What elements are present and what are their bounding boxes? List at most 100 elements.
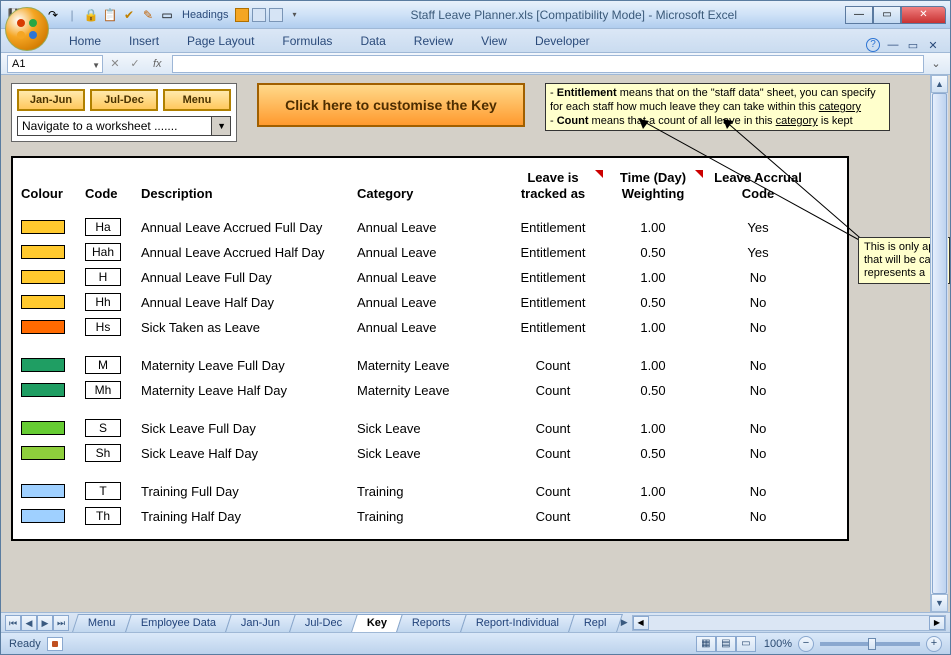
page-break-view-icon[interactable]: ▭ — [736, 636, 756, 652]
category-cell[interactable]: Sick Leave — [357, 446, 503, 461]
desc-cell[interactable]: Training Full Day — [141, 484, 357, 499]
tracked-cell[interactable]: Count — [503, 358, 603, 373]
code-cell[interactable]: S — [85, 419, 121, 437]
formula-accept-icon[interactable]: ✓ — [127, 57, 143, 70]
office-button[interactable] — [5, 7, 49, 51]
sheet-tab-employee-data[interactable]: Employee Data — [125, 614, 232, 632]
sheet-tab-menu[interactable]: Menu — [72, 614, 131, 632]
fx-icon[interactable]: fx — [153, 58, 162, 70]
ribbon-tab-developer[interactable]: Developer — [521, 30, 604, 52]
customise-key-button[interactable]: Click here to customise the Key — [257, 83, 525, 127]
tracked-cell[interactable]: Entitlement — [503, 220, 603, 235]
accrual-cell[interactable]: No — [703, 421, 813, 436]
desc-cell[interactable]: Sick Leave Half Day — [141, 446, 357, 461]
category-cell[interactable]: Sick Leave — [357, 421, 503, 436]
weight-cell[interactable]: 1.00 — [603, 270, 703, 285]
tracked-cell[interactable]: Count — [503, 446, 603, 461]
ribbon-tab-view[interactable]: View — [467, 30, 521, 52]
menu-button[interactable]: Menu — [163, 89, 231, 111]
ribbon-tab-page-layout[interactable]: Page Layout — [173, 30, 268, 52]
code-cell[interactable]: H — [85, 268, 121, 286]
sheet-tab-key[interactable]: Key — [351, 614, 403, 632]
tracked-cell[interactable]: Count — [503, 383, 603, 398]
code-cell[interactable]: Hh — [85, 293, 121, 311]
accrual-cell[interactable]: Yes — [703, 220, 813, 235]
tab-scroll-right-icon[interactable]: ▶ — [621, 617, 628, 628]
tab-first-icon[interactable]: ⏮ — [5, 615, 21, 631]
desc-cell[interactable]: Sick Leave Full Day — [141, 421, 357, 436]
lock-icon[interactable]: 🔒 — [83, 7, 99, 23]
accrual-cell[interactable]: No — [703, 509, 813, 524]
qat-window-icon[interactable]: ▭ — [159, 7, 175, 23]
sheet-tab-reports[interactable]: Reports — [396, 614, 466, 632]
qat-check-icon[interactable]: ✔ — [121, 7, 137, 23]
maximize-button[interactable]: ▭ — [873, 6, 901, 24]
accrual-cell[interactable]: No — [703, 358, 813, 373]
scroll-up-icon[interactable]: ▲ — [931, 75, 948, 93]
tracked-cell[interactable]: Entitlement — [503, 320, 603, 335]
desc-cell[interactable]: Annual Leave Accrued Full Day — [141, 220, 357, 235]
category-cell[interactable]: Maternity Leave — [357, 383, 503, 398]
formula-cancel-icon[interactable]: ✕ — [107, 57, 123, 70]
accrual-cell[interactable]: Yes — [703, 245, 813, 260]
jan-jun-button[interactable]: Jan-Jun — [17, 89, 85, 111]
sheet-tab-report-individual[interactable]: Report-Individual — [460, 614, 575, 632]
close-button[interactable]: ✕ — [901, 6, 946, 24]
tab-prev-icon[interactable]: ◀ — [21, 615, 37, 631]
ribbon-tab-formulas[interactable]: Formulas — [268, 30, 346, 52]
hscroll-left-icon[interactable]: ◀ — [633, 616, 649, 630]
accrual-cell[interactable]: No — [703, 270, 813, 285]
accrual-cell[interactable]: No — [703, 484, 813, 499]
tracked-cell[interactable]: Count — [503, 421, 603, 436]
desc-cell[interactable]: Annual Leave Full Day — [141, 270, 357, 285]
weight-cell[interactable]: 0.50 — [603, 383, 703, 398]
navigate-dropdown[interactable]: Navigate to a worksheet ....... ▼ — [17, 116, 231, 136]
weight-cell[interactable]: 0.50 — [603, 446, 703, 461]
code-cell[interactable]: Hs — [85, 318, 121, 336]
mdi-close-icon[interactable]: ✕ — [926, 38, 940, 52]
minimize-button[interactable]: — — [845, 6, 873, 24]
formula-bar-expand-icon[interactable]: ⌄ — [928, 57, 944, 70]
weight-cell[interactable]: 0.50 — [603, 295, 703, 310]
tab-last-icon[interactable]: ⏭ — [53, 615, 69, 631]
accrual-cell[interactable]: No — [703, 320, 813, 335]
code-cell[interactable]: Th — [85, 507, 121, 525]
tracked-cell[interactable]: Entitlement — [503, 245, 603, 260]
formula-input[interactable] — [172, 55, 924, 73]
qat-more-icon[interactable]: ▾ — [286, 7, 302, 23]
weight-cell[interactable]: 1.00 — [603, 320, 703, 335]
desc-cell[interactable]: Annual Leave Accrued Half Day — [141, 245, 357, 260]
desc-cell[interactable]: Sick Taken as Leave — [141, 320, 357, 335]
weight-cell[interactable]: 0.50 — [603, 509, 703, 524]
desc-cell[interactable]: Maternity Leave Full Day — [141, 358, 357, 373]
zoom-in-button[interactable]: + — [926, 636, 942, 652]
zoom-slider-knob[interactable] — [868, 638, 876, 650]
qat-tool-icon[interactable]: 📋 — [102, 7, 118, 23]
desc-cell[interactable]: Training Half Day — [141, 509, 357, 524]
desc-cell[interactable]: Annual Leave Half Day — [141, 295, 357, 310]
tracked-cell[interactable]: Count — [503, 509, 603, 524]
weight-cell[interactable]: 1.00 — [603, 421, 703, 436]
code-cell[interactable]: Ha — [85, 218, 121, 236]
accrual-cell[interactable]: No — [703, 446, 813, 461]
tracked-cell[interactable]: Entitlement — [503, 295, 603, 310]
code-cell[interactable]: Sh — [85, 444, 121, 462]
code-cell[interactable]: Hah — [85, 243, 121, 261]
horizontal-scrollbar[interactable]: ◀ ▶ — [632, 615, 946, 631]
category-cell[interactable]: Annual Leave — [357, 245, 503, 260]
weight-cell[interactable]: 1.00 — [603, 220, 703, 235]
qat-view3-icon[interactable] — [269, 8, 283, 22]
zoom-percent[interactable]: 100% — [764, 638, 792, 650]
qat-edit-icon[interactable]: ✎ — [140, 7, 156, 23]
sheet-tab-jan-jun[interactable]: Jan-Jun — [225, 614, 296, 632]
code-cell[interactable]: Mh — [85, 381, 121, 399]
sheet-tab-jul-dec[interactable]: Jul-Dec — [289, 614, 358, 632]
accrual-cell[interactable]: No — [703, 295, 813, 310]
category-cell[interactable]: Annual Leave — [357, 320, 503, 335]
weight-cell[interactable]: 1.00 — [603, 484, 703, 499]
category-cell[interactable]: Maternity Leave — [357, 358, 503, 373]
mdi-restore-icon[interactable]: ▭ — [906, 38, 920, 52]
code-cell[interactable]: M — [85, 356, 121, 374]
code-cell[interactable]: T — [85, 482, 121, 500]
desc-cell[interactable]: Maternity Leave Half Day — [141, 383, 357, 398]
